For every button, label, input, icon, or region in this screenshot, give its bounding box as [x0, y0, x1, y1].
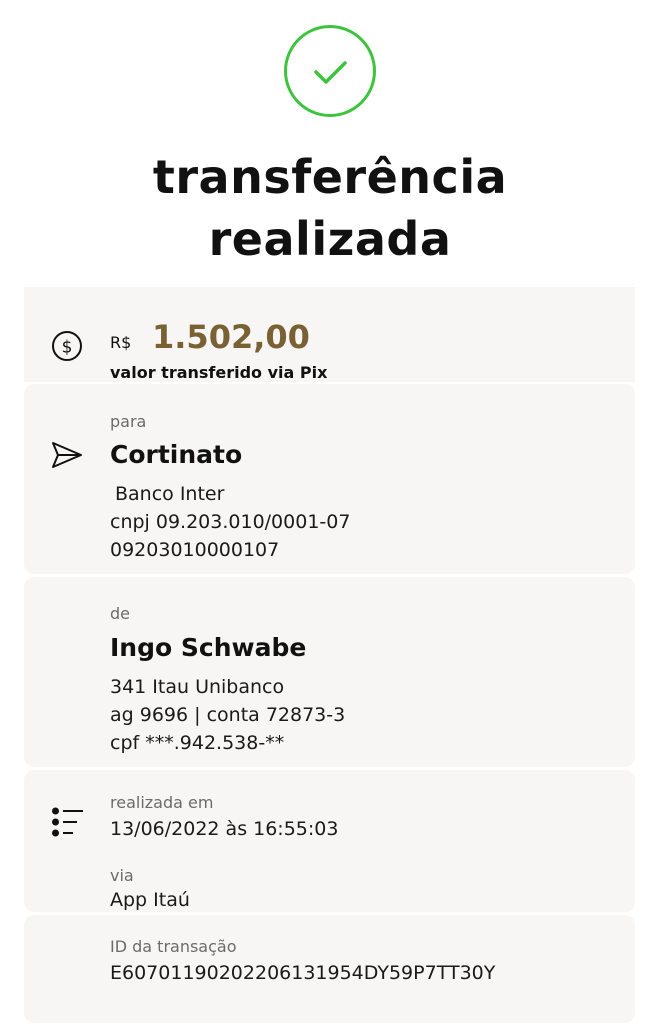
recipient-card: para Cortinato Banco Inter cnpj 09.203.0… [24, 384, 635, 574]
date-value: 13/06/2022 às 16:55:03 [110, 818, 339, 840]
list-icon [51, 806, 85, 838]
recipient-document: cnpj 09.203.010/0001-07 [110, 511, 351, 533]
transaction-id-label: ID da transação [110, 937, 237, 956]
amount-value: 1.502,00 [152, 318, 310, 356]
send-icon [51, 441, 83, 469]
transfer-receipt-screen: transferência realizada $ R$ 1.502,00 va… [0, 0, 660, 1024]
amount-subtitle: valor transferido via Pix [110, 363, 328, 382]
recipient-bank: Banco Inter [115, 483, 225, 505]
sender-document: cpf ***.942.538-** [110, 732, 285, 754]
page-title: transferência realizada [0, 146, 660, 270]
via-value: App Itaú [110, 889, 190, 911]
dollar-circle-icon: $ [51, 330, 83, 362]
recipient-name: Cortinato [110, 440, 243, 469]
date-label: realizada em [110, 793, 214, 812]
details-card: realizada em 13/06/2022 às 16:55:03 via … [24, 770, 635, 912]
amount-card: $ R$ 1.502,00 valor transferido via Pix [24, 287, 635, 382]
sender-account: ag 9696 | conta 72873-3 [110, 704, 346, 726]
sender-label: de [110, 604, 130, 623]
currency-symbol: R$ [110, 333, 132, 352]
transaction-id-value: E60701190202206131954DY59P7TT30Y [110, 962, 496, 984]
recipient-label: para [110, 412, 147, 431]
title-line-2: realizada [208, 212, 452, 266]
title-line-1: transferência [152, 150, 508, 204]
sender-name: Ingo Schwabe [110, 633, 307, 662]
via-label: via [110, 866, 134, 885]
check-circle-icon [283, 24, 377, 118]
sender-bank: 341 Itau Unibanco [110, 676, 285, 698]
transaction-id-card: ID da transação E60701190202206131954DY5… [24, 915, 635, 1023]
sender-card: de Ingo Schwabe 341 Itau Unibanco ag 969… [24, 577, 635, 767]
recipient-account: 09203010000107 [110, 539, 280, 561]
svg-text:$: $ [62, 338, 73, 358]
